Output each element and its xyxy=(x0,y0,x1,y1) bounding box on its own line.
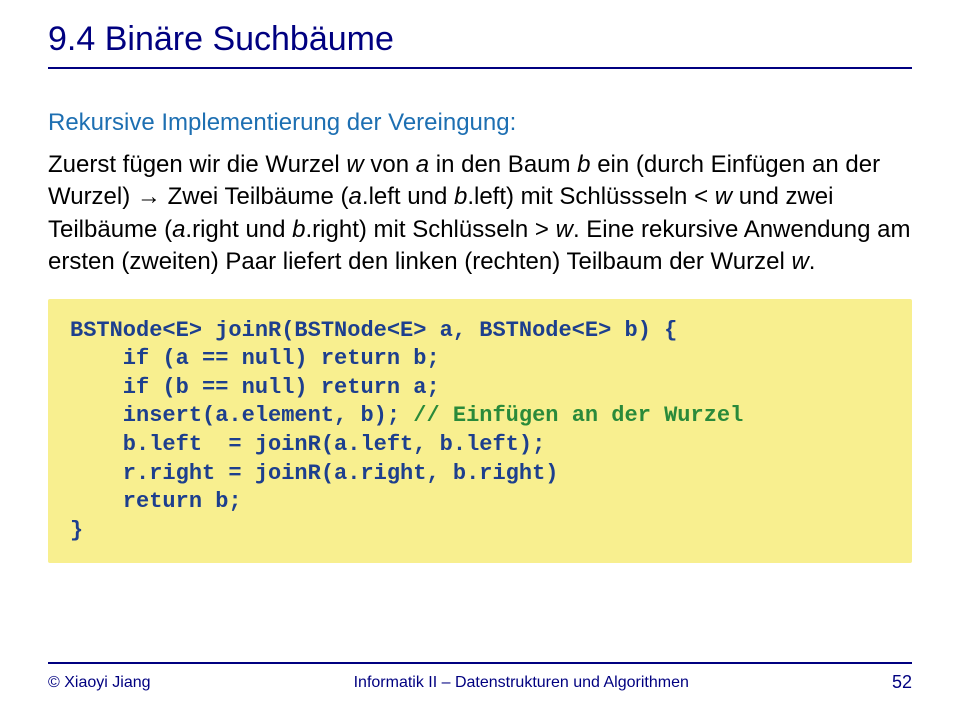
var-b: b xyxy=(292,216,305,243)
var-b: b xyxy=(577,151,590,178)
text: Zwei Teilbäume ( xyxy=(161,183,349,210)
var-w: w xyxy=(715,183,732,210)
code-block: BSTNode<E> joinR(BSTNode<E> a, BSTNode<E… xyxy=(48,299,912,564)
footer-title: Informatik II – Datenstrukturen und Algo… xyxy=(151,674,892,692)
text: von xyxy=(364,151,416,178)
text: .right und xyxy=(185,216,292,243)
footer-content: © Xiaoyi Jiang Informatik II – Datenstru… xyxy=(48,672,912,693)
var-w: w xyxy=(556,216,573,243)
code-line: BSTNode<E> joinR(BSTNode<E> a, BSTNode<E… xyxy=(70,318,677,343)
var-b: b xyxy=(454,183,467,210)
footer-page-number: 52 xyxy=(892,672,912,693)
text: .right) mit Schlüsseln > xyxy=(306,216,556,243)
footer-author: © Xiaoyi Jiang xyxy=(48,674,151,692)
text: .left und xyxy=(362,183,454,210)
var-w: w xyxy=(791,248,808,275)
subtitle: Rekursive Implementierung der Vereingung… xyxy=(48,109,912,137)
code-line: b.left = joinR(a.left, b.left); xyxy=(70,432,545,457)
code-line: insert(a.element, b); xyxy=(70,403,413,428)
slide-container: 9.4 Binäre Suchbäume Rekursive Implement… xyxy=(0,0,960,705)
section-heading: 9.4 Binäre Suchbäume xyxy=(48,20,912,65)
text: . xyxy=(809,248,816,275)
heading-underline xyxy=(48,67,912,69)
code-line: } xyxy=(70,518,83,543)
code-line: r.right = joinR(a.right, b.right) xyxy=(70,461,558,486)
arrow-icon: → xyxy=(137,183,161,210)
code-content: BSTNode<E> joinR(BSTNode<E> a, BSTNode<E… xyxy=(70,317,890,546)
var-w: w xyxy=(346,151,363,178)
code-line: return b; xyxy=(70,489,242,514)
footer-divider xyxy=(48,662,912,664)
text: Zuerst fügen wir die Wurzel xyxy=(48,151,346,178)
code-line: if (a == null) return b; xyxy=(70,346,440,371)
slide-footer: © Xiaoyi Jiang Informatik II – Datenstru… xyxy=(0,662,960,693)
var-a: a xyxy=(416,151,429,178)
code-comment: // Einfügen an der Wurzel xyxy=(413,403,743,428)
text: in den Baum xyxy=(429,151,577,178)
code-line: if (b == null) return a; xyxy=(70,375,440,400)
text: .left) mit Schlüssseln < xyxy=(467,183,714,210)
body-paragraph: Zuerst fügen wir die Wurzel w von a in d… xyxy=(48,149,912,279)
var-a: a xyxy=(172,216,185,243)
var-a: a xyxy=(349,183,362,210)
